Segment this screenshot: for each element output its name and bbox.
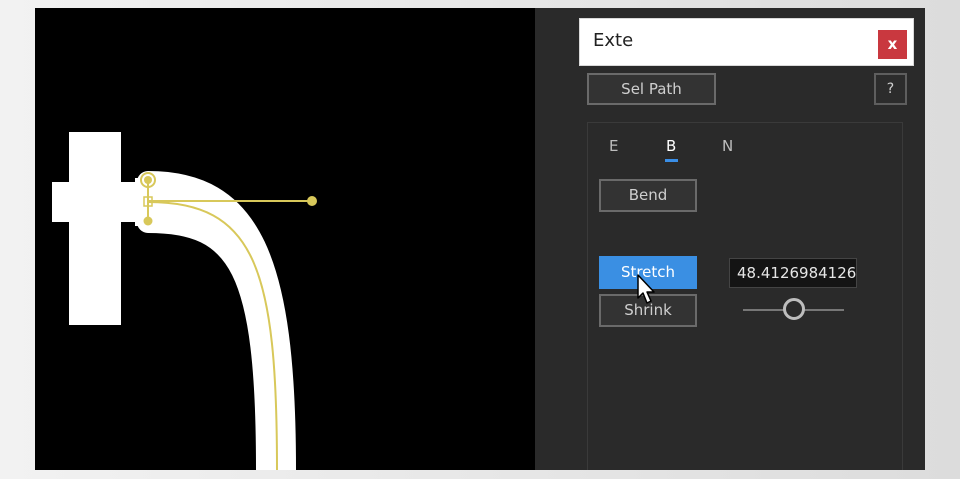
active-tab-indicator [665,159,678,162]
screen-frame: Exte x Sel Path ? E B N Bend Stretch Shr… [35,8,925,470]
stretch-value-field[interactable]: 48.4126984126 [729,258,857,288]
artwork-svg [52,132,317,470]
sel-path-button[interactable]: Sel Path [587,73,716,105]
tab-n[interactable]: N [722,137,733,155]
tab-e[interactable]: E [609,137,618,155]
slider-thumb[interactable] [782,298,805,320]
bend-button[interactable]: Bend [599,179,697,212]
tab-b[interactable]: B [666,137,676,155]
anchor-bottom-handle[interactable] [143,216,153,226]
bend-label: Bend [628,186,668,204]
cross-vertical-bar[interactable] [69,132,121,325]
mouse-pointer-icon [637,274,655,304]
bezier-handle-icon[interactable] [307,196,317,206]
close-button[interactable]: x [878,30,907,59]
close-icon: x [887,35,898,53]
help-label: ? [886,81,895,97]
sel-path-label: Sel Path [621,80,682,98]
artboard-canvas[interactable] [35,8,535,470]
cross-horizontal-bar[interactable] [52,182,148,222]
panel-titlebar[interactable]: Exte x [579,18,914,66]
help-button[interactable]: ? [874,73,907,105]
panel-title: Exte [593,30,634,51]
